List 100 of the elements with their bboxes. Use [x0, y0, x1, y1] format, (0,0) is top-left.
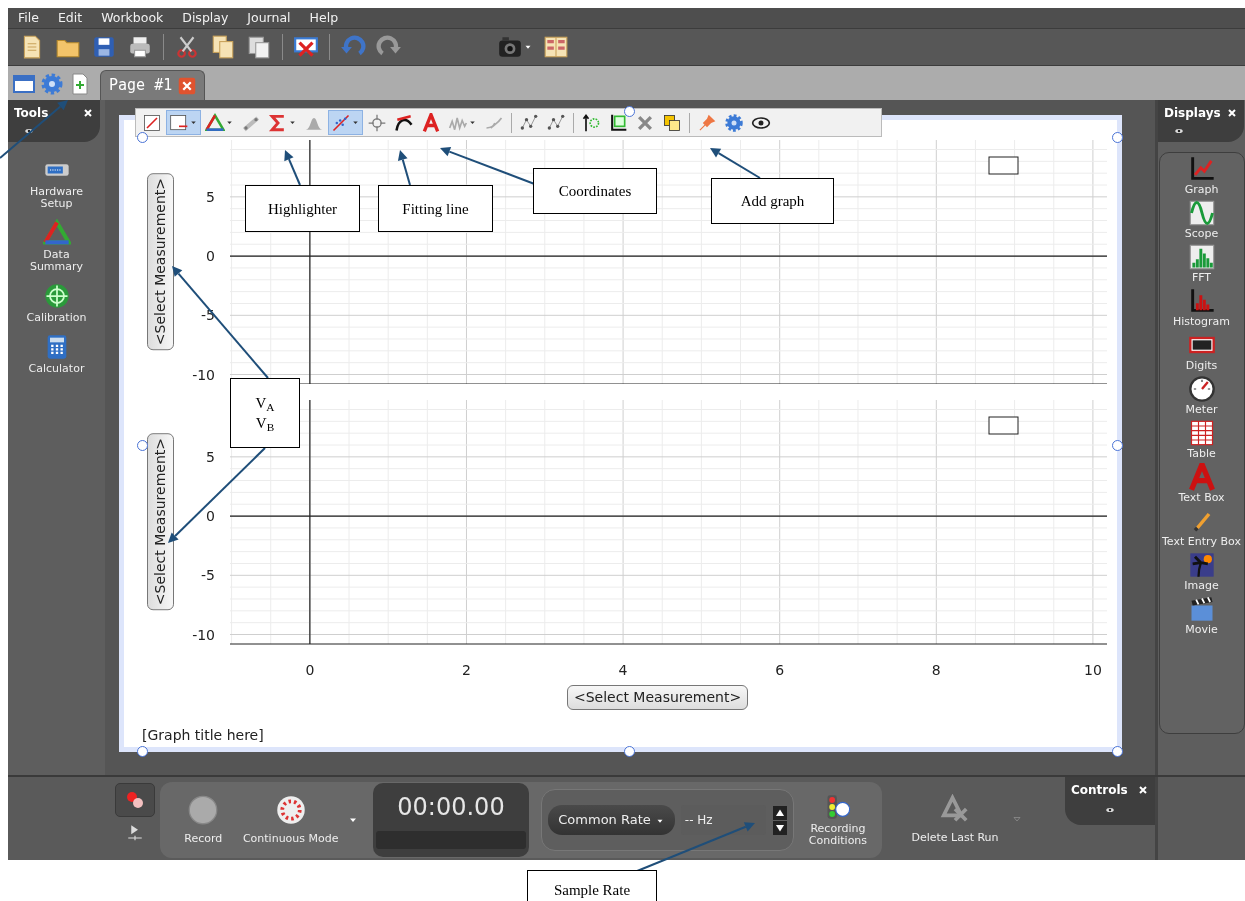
tick-label: 8 — [931, 662, 941, 678]
tool-label[interactable]: Calculator — [23, 363, 90, 375]
arrow — [710, 148, 761, 179]
save-icon[interactable] — [91, 34, 117, 60]
resize-handle[interactable] — [137, 440, 148, 451]
caret-icon[interactable] — [225, 118, 234, 127]
record-mode-button[interactable] — [115, 783, 155, 817]
resize-handle[interactable] — [1112, 746, 1123, 757]
conditions-label[interactable]: Recording Conditions — [802, 823, 873, 847]
tick-label: -5 — [201, 567, 215, 584]
triangle-icon[interactable] — [205, 112, 225, 133]
target-icon[interactable] — [42, 282, 71, 310]
tick-label: -10 — [192, 626, 215, 643]
arrow — [284, 150, 301, 186]
close-icon[interactable] — [1226, 107, 1238, 119]
display-label[interactable]: Graph — [1184, 184, 1219, 196]
resize-handle[interactable] — [624, 106, 635, 117]
menu-item[interactable]: Display — [182, 8, 229, 28]
menu-item[interactable]: Workbook — [101, 8, 164, 28]
sine-wave-icon[interactable] — [1187, 199, 1216, 227]
panel-title: Displays — [1164, 105, 1221, 122]
tick-label: -5 — [201, 307, 215, 324]
close-icon[interactable] — [82, 107, 94, 119]
menu-item[interactable]: Journal — [247, 8, 291, 28]
spectrum-icon[interactable] — [1187, 243, 1216, 271]
close-icon[interactable] — [1137, 784, 1149, 796]
tool-label[interactable]: Data Summary — [23, 249, 90, 273]
tick-label: 0 — [305, 662, 315, 678]
scissors-icon[interactable] — [174, 34, 200, 60]
resize-handle[interactable] — [624, 746, 635, 757]
display-label[interactable]: Text Entry Box — [1162, 536, 1241, 548]
tick-label: 5 — [206, 188, 215, 205]
palm-tree-icon[interactable] — [1187, 551, 1216, 579]
tick-label: 5 — [206, 448, 215, 465]
display-label[interactable]: Image — [1184, 580, 1219, 592]
tool-label[interactable]: Calibration — [23, 312, 90, 324]
callout-label: V$_{A}$ V$_{B}$ — [230, 378, 300, 448]
settings-icon[interactable] — [40, 72, 64, 96]
print-icon[interactable] — [127, 34, 153, 60]
fit-line-icon[interactable] — [331, 112, 351, 133]
display-label[interactable]: Scope — [1184, 228, 1219, 240]
delete-icon[interactable] — [293, 34, 319, 60]
page-tab[interactable]: Page #1 — [100, 70, 206, 100]
display-label[interactable]: Movie — [1185, 624, 1218, 636]
zoom-box-icon[interactable] — [169, 112, 189, 133]
display-label[interactable]: Text Box — [1178, 492, 1225, 504]
display-label[interactable]: Histogram — [1172, 316, 1231, 328]
tick-label: -10 — [192, 366, 215, 383]
mode-label[interactable]: Continuous Mode — [242, 833, 339, 845]
delete-run-label[interactable]: Delete Last Run — [911, 831, 999, 844]
window-icon[interactable] — [12, 72, 36, 96]
resize-handle[interactable] — [137, 746, 148, 757]
tick-label: 10 — [1084, 662, 1102, 678]
display-label[interactable]: FFT — [1191, 272, 1212, 284]
axis-label-button[interactable]: <Select Measurement> — [567, 685, 749, 710]
legend-box[interactable] — [988, 156, 1019, 175]
callout-label: Coordinates — [533, 168, 657, 214]
timer-text: 00:00.00 — [397, 792, 505, 823]
callout-label: Highlighter — [245, 185, 360, 232]
display-label[interactable]: Table — [1187, 448, 1216, 460]
display-label[interactable]: Meter — [1185, 404, 1218, 416]
tick-label: 0 — [206, 248, 215, 265]
copy-icon[interactable] — [210, 34, 236, 60]
panel-title: Controls — [1071, 782, 1128, 799]
tick-label: 0 — [206, 508, 215, 525]
book-icon[interactable] — [543, 34, 569, 60]
paste-icon[interactable] — [246, 34, 272, 60]
play-step-icon[interactable] — [126, 823, 144, 841]
record-label[interactable]: Record — [184, 833, 223, 845]
legend-box[interactable] — [988, 416, 1019, 435]
dial-icon[interactable] — [275, 795, 306, 825]
resize-handle[interactable] — [1112, 132, 1123, 143]
arrow — [0, 100, 68, 159]
caret-icon[interactable] — [189, 118, 198, 127]
menu-item[interactable]: File — [18, 8, 39, 28]
eye-icon[interactable] — [1172, 126, 1186, 136]
rate-dropdown[interactable]: Common Rate — [548, 805, 675, 835]
tick-label: 4 — [618, 662, 628, 678]
resize-handle[interactable] — [137, 132, 148, 143]
callout-label: Fitting line — [378, 185, 493, 232]
tick-label: 2 — [462, 662, 471, 678]
tool-label[interactable]: Hardware Setup — [23, 186, 90, 210]
tick-label: 6 — [775, 662, 785, 678]
caret-icon[interactable] — [468, 118, 477, 127]
callout-label: Add graph — [711, 178, 834, 224]
panel-title: Tools — [14, 105, 49, 122]
display-label[interactable]: Digits — [1185, 360, 1218, 372]
eye-icon[interactable] — [1103, 805, 1117, 815]
graph-title[interactable]: [Graph title here] — [142, 725, 1117, 746]
menu-item[interactable]: Edit — [57, 8, 83, 28]
axis-label-button[interactable]: <Select Measurement> — [147, 433, 174, 611]
gauge-icon[interactable] — [1187, 375, 1216, 403]
camera-icon[interactable] — [497, 34, 523, 60]
resize-handle[interactable] — [1112, 440, 1123, 451]
axis-label-button[interactable]: <Select Measurement> — [147, 173, 174, 351]
caret-icon[interactable] — [351, 118, 360, 127]
arrow — [397, 150, 411, 186]
callout-label: Sample Rate — [527, 870, 657, 901]
caret-icon[interactable] — [288, 118, 297, 127]
menu-item[interactable]: Help — [309, 8, 339, 28]
